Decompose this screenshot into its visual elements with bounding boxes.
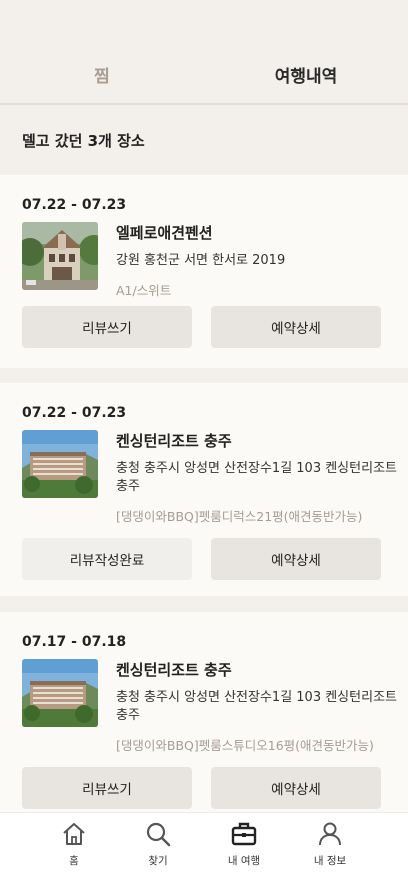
search-icon — [146, 822, 171, 847]
booking-card: 07.22 - 07.23 켄싱턴리조트 충주 충청 충주시 앙성면 산전장수1… — [0, 383, 408, 596]
pension-thumbnail[interactable] — [22, 222, 98, 290]
place-address: 충청 충주시 앙성면 산전장수1길 103 켄싱턴리조트 충주 — [116, 461, 397, 494]
reservation-details-button[interactable]: 예약상세 — [211, 306, 381, 348]
nav-my-trips[interactable]: 내 여행 — [204, 821, 284, 868]
write-review-button[interactable]: 리뷰쓰기 — [22, 767, 192, 809]
place-name[interactable]: 엘페로애견펜션 — [116, 222, 402, 243]
place-address: 강원 홍천군 서면 한서로 2019 — [116, 253, 286, 268]
write-review-button[interactable]: 리뷰쓰기 — [22, 306, 192, 348]
nav-my-info[interactable]: 내 정보 — [290, 821, 370, 868]
nav-home[interactable]: 홈 — [34, 821, 114, 868]
tab-favorites[interactable]: 찜 — [0, 62, 204, 87]
room-type: [댕댕이와BBQ]펫룸스튜디오16평(애견동반가능) — [116, 738, 374, 753]
reservation-details-button[interactable]: 예약상세 — [211, 538, 381, 580]
resort-thumbnail[interactable] — [22, 659, 98, 727]
review-completed-button[interactable]: 리뷰작성완료 — [22, 538, 192, 580]
place-name[interactable]: 켄싱턴리조트 충주 — [116, 430, 402, 451]
section-title: 델고 갔던 3개 장소 — [22, 132, 145, 150]
room-type: [댕댕이와BBQ]펫룸디럭스21평(애견동반가능) — [116, 509, 363, 524]
place-address: 충청 충주시 앙성면 산전장수1길 103 켄싱턴리조트 충주 — [116, 690, 397, 723]
reservation-details-button[interactable]: 예약상세 — [211, 767, 381, 809]
resort-thumbnail[interactable] — [22, 430, 98, 498]
briefcase-icon — [231, 822, 257, 846]
booking-info: 켄싱턴리조트 충주 충청 충주시 앙성면 산전장수1길 103 켄싱턴리조트 충… — [116, 430, 402, 526]
nav-search[interactable]: 찾기 — [118, 821, 198, 868]
nav-label: 홈 — [69, 855, 79, 867]
place-name[interactable]: 켄싱턴리조트 충주 — [116, 659, 402, 680]
booking-info: 켄싱턴리조트 충주 충청 충주시 앙성면 산전장수1길 103 켄싱턴리조트 충… — [116, 659, 402, 755]
booking-card: 07.17 - 07.18 켄싱턴리조트 충주 충청 충주시 앙성면 산전장수1… — [0, 612, 408, 812]
booking-card: 07.22 - 07.23 엘페로애견펜션 강원 홍천군 서면 한서로 2019… — [0, 175, 408, 368]
room-type: A1/스위트 — [116, 283, 172, 298]
nav-label: 찾기 — [148, 855, 168, 867]
stay-dates: 07.22 - 07.23 — [22, 197, 127, 213]
nav-label: 내 정보 — [313, 855, 347, 867]
booking-info: 엘페로애견펜션 강원 홍천군 서면 한서로 2019 A1/스위트 — [116, 222, 402, 300]
stay-dates: 07.22 - 07.23 — [22, 405, 127, 421]
nav-label: 내 여행 — [227, 855, 261, 867]
home-icon — [63, 823, 85, 845]
person-icon — [319, 822, 341, 846]
tab-bar: 찜 여행내역 — [0, 0, 408, 105]
bottom-navigation: 홈 찾기 내 여행 내 정보 — [0, 812, 408, 876]
tab-travel-history[interactable]: 여행내역 — [204, 62, 408, 87]
stay-dates: 07.17 - 07.18 — [22, 634, 127, 650]
